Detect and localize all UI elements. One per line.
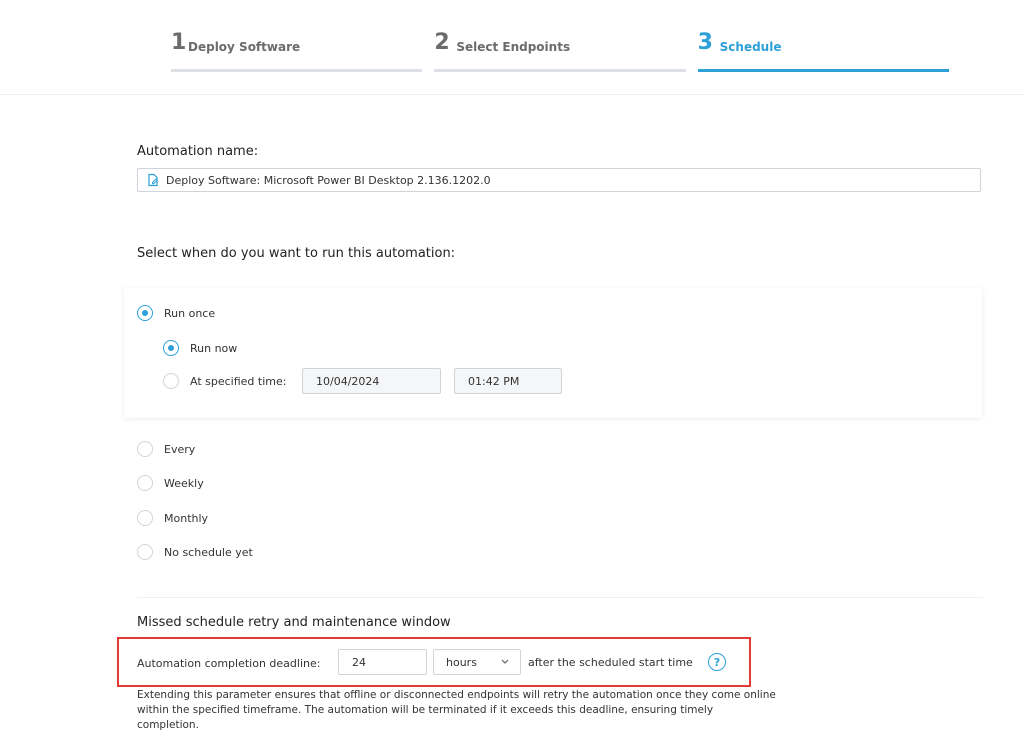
step-schedule[interactable]: 3 Schedule	[697, 30, 949, 72]
radio-run-now[interactable]: Run now	[163, 340, 237, 356]
radio-unchecked-icon[interactable]	[137, 441, 153, 457]
header-divider	[0, 94, 1024, 95]
deadline-input[interactable]: 24	[338, 649, 427, 675]
radio-unchecked-icon[interactable]	[137, 544, 153, 560]
radio-label: No schedule yet	[164, 545, 253, 559]
after-start-text: after the scheduled start time	[528, 656, 693, 669]
deadline-row: Automation completion deadline:	[137, 649, 320, 677]
radio-unchecked-icon[interactable]	[163, 373, 179, 389]
edit-document-icon	[146, 173, 160, 187]
wizard-stepper: 1 Deploy Software 2 Select Endpoints 3 S…	[171, 30, 949, 72]
radio-label: Run once	[164, 306, 216, 320]
schedule-page: 1 Deploy Software 2 Select Endpoints 3 S…	[0, 0, 1024, 747]
radio-label: Weekly	[164, 476, 204, 490]
radio-no-schedule[interactable]: No schedule yet	[137, 544, 253, 560]
radio-at-specified-time[interactable]: At specified time:	[163, 373, 286, 389]
step-progress-bar	[434, 69, 686, 72]
step-label: Select Endpoints	[456, 40, 571, 54]
radio-label: Monthly	[164, 511, 209, 525]
radio-label: Run now	[190, 341, 238, 355]
date-value: 10/04/2024	[316, 374, 380, 388]
automation-name-input[interactable]: Deploy Software: Microsoft Power BI Desk…	[137, 168, 981, 192]
automation-name-value: Deploy Software: Microsoft Power BI Desk…	[166, 173, 491, 187]
retry-heading: Missed schedule retry and maintenance wi…	[137, 615, 451, 630]
help-icon[interactable]: ?	[708, 653, 726, 671]
time-input[interactable]: 01:42 PM	[454, 368, 562, 394]
deadline-value: 24	[352, 655, 366, 669]
run-once-panel	[124, 288, 982, 418]
help-glyph: ?	[713, 655, 721, 669]
deadline-label: Automation completion deadline:	[137, 656, 321, 670]
radio-monthly[interactable]: Monthly	[137, 510, 208, 526]
step-label: Deploy Software	[188, 40, 301, 54]
chevron-down-icon	[500, 656, 510, 666]
radio-run-once[interactable]: Run once	[137, 305, 215, 321]
radio-checked-icon[interactable]	[163, 340, 179, 356]
step-number: 2	[434, 30, 450, 55]
step-progress-bar	[697, 69, 949, 72]
radio-unchecked-icon[interactable]	[137, 510, 153, 526]
retry-description: Extending this parameter ensures that of…	[137, 689, 776, 731]
unit-select[interactable]: hours	[433, 649, 521, 675]
step-number: 1	[171, 30, 187, 55]
step-progress-bar	[171, 69, 423, 72]
radio-weekly[interactable]: Weekly	[137, 475, 204, 491]
step-select-endpoints[interactable]: 2 Select Endpoints	[434, 30, 686, 72]
section-divider	[137, 597, 983, 598]
step-deploy-software[interactable]: 1 Deploy Software	[171, 30, 423, 72]
schedule-heading: Select when do you want to run this auto…	[137, 246, 456, 261]
radio-checked-icon[interactable]	[137, 305, 153, 321]
step-label: Schedule	[719, 40, 782, 54]
automation-name-label: Automation name:	[137, 144, 259, 159]
date-input[interactable]: 10/04/2024	[302, 368, 441, 394]
unit-value: hours	[446, 655, 477, 669]
time-value: 01:42 PM	[468, 374, 520, 388]
radio-unchecked-icon[interactable]	[137, 475, 153, 491]
radio-label: Every	[164, 442, 196, 456]
radio-label: At specified time:	[190, 374, 287, 388]
radio-every[interactable]: Every	[137, 441, 195, 457]
step-number: 3	[697, 30, 713, 55]
